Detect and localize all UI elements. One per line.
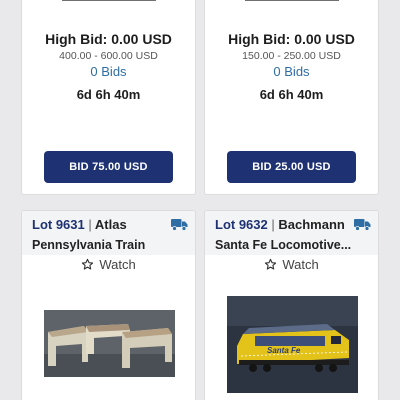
estimate-range: 150.00 - 250.00 USD [242, 50, 341, 62]
lot-card: High Bid: 0.00 USD 150.00 - 250.00 USD 0… [204, 0, 379, 195]
bids-link[interactable]: 0 Bids [205, 64, 378, 79]
watch-label: Watch [282, 257, 319, 272]
bids-link[interactable]: 0 Bids [22, 64, 195, 79]
time-left: 6d 6h 40m [259, 87, 324, 102]
star-outline-icon [82, 258, 94, 270]
truck-icon [354, 219, 371, 231]
lot-header: Lot 9632 | Bachmann Santa Fe Locomotive.… [205, 211, 378, 255]
lot-card: Lot 9632 | Bachmann Santa Fe Locomotive.… [204, 210, 379, 400]
estimate-range: 400.00 - 600.00 USD [59, 50, 158, 62]
truck-icon [171, 219, 188, 231]
lot-card: High Bid: 0.00 USD 400.00 - 600.00 USD 0… [21, 0, 196, 195]
lot-title[interactable]: Pennsylvania Train [32, 238, 145, 252]
lot-image-partial[interactable] [62, 0, 156, 1]
lot-image-partial[interactable] [245, 0, 339, 1]
lot-number[interactable]: Lot 9632 [215, 217, 268, 232]
maker: Atlas [94, 217, 127, 232]
maker: Bachmann [278, 217, 345, 232]
locomotive-logo-text: Santa Fe [267, 346, 301, 355]
lot-title[interactable]: Santa Fe Locomotive... [215, 238, 351, 252]
lot-image[interactable] [44, 310, 175, 377]
watch-button[interactable]: Watch [22, 257, 195, 272]
lot-title-line[interactable]: Lot 9632 | Bachmann [215, 217, 345, 232]
separator: | [88, 217, 92, 232]
lot-number[interactable]: Lot 9631 [32, 217, 85, 232]
bid-button[interactable]: BID 25.00 USD [227, 151, 356, 183]
lot-header: Lot 9631 | Atlas Pennsylvania Train [22, 211, 195, 255]
high-bid: High Bid: 0.00 USD [228, 31, 355, 47]
separator: | [271, 217, 275, 232]
lot-image[interactable]: Santa Fe [227, 296, 358, 393]
bid-button[interactable]: BID 75.00 USD [44, 151, 173, 183]
time-left: 6d 6h 40m [76, 87, 141, 102]
watch-label: Watch [99, 257, 136, 272]
high-bid: High Bid: 0.00 USD [45, 31, 172, 47]
lot-title-line[interactable]: Lot 9631 | Atlas [32, 217, 127, 232]
star-outline-icon [265, 258, 277, 270]
lot-card: Lot 9631 | Atlas Pennsylvania Train Watc… [21, 210, 196, 400]
watch-button[interactable]: Watch [205, 257, 378, 272]
